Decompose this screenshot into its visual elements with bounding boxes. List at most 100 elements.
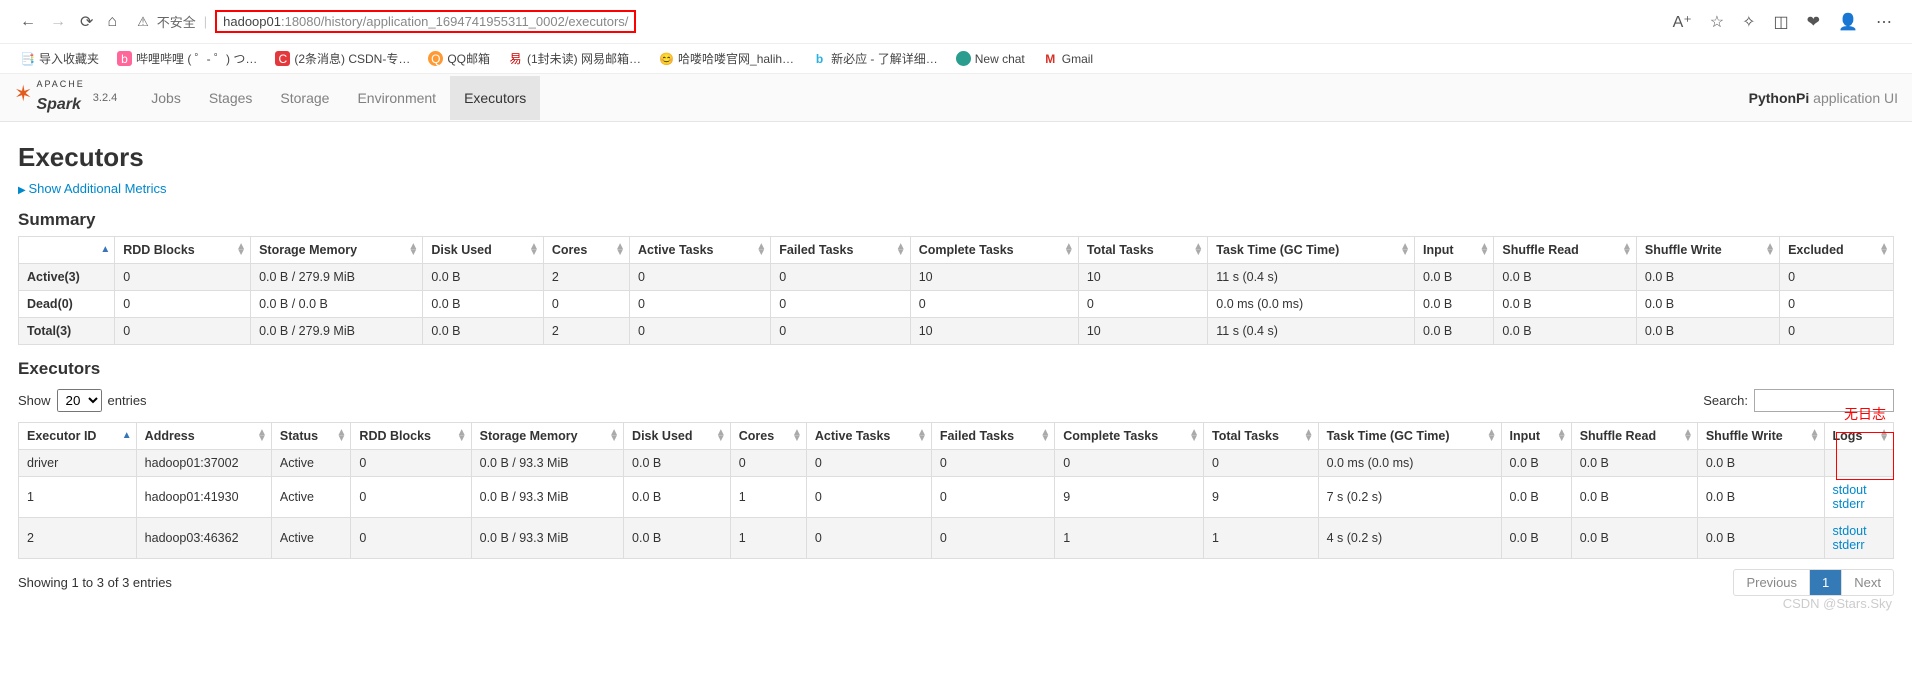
executors-heading: Executors bbox=[18, 359, 1894, 379]
halihali-icon: 😊 bbox=[659, 51, 674, 66]
logs-cell: stdoutstderr bbox=[1824, 518, 1893, 559]
stderr-link[interactable]: stderr bbox=[1833, 538, 1885, 552]
summary-th-failed[interactable]: Failed Tasks▲▼ bbox=[771, 237, 910, 264]
insecure-label: 不安全 bbox=[157, 12, 196, 31]
page-1[interactable]: 1 bbox=[1810, 570, 1842, 595]
summary-th-active[interactable]: Active Tasks▲▼ bbox=[629, 237, 770, 264]
page-next[interactable]: Next bbox=[1842, 570, 1893, 595]
forward-icon[interactable]: → bbox=[50, 13, 66, 31]
back-icon[interactable]: ← bbox=[20, 13, 36, 31]
spark-logo[interactable]: ✶ APACHE Spark 3.2.4 bbox=[14, 81, 117, 114]
bookmark-newchat[interactable]: New chat bbox=[956, 51, 1025, 66]
csdn-icon: C bbox=[275, 51, 290, 66]
exec-th-tasktime[interactable]: Task Time (GC Time)▲▼ bbox=[1318, 423, 1501, 450]
summary-th-label[interactable]: ▲ bbox=[19, 237, 115, 264]
summary-table: ▲ RDD Blocks▲▼ Storage Memory▲▼ Disk Use… bbox=[18, 236, 1894, 345]
bookmark-import[interactable]: 📑导入收藏夹 bbox=[20, 50, 99, 67]
exec-th-status[interactable]: Status▲▼ bbox=[271, 423, 351, 450]
exec-th-id[interactable]: Executor ID▲ bbox=[19, 423, 137, 450]
summary-th-shufflewrite[interactable]: Shuffle Write▲▼ bbox=[1636, 237, 1779, 264]
tab-storage[interactable]: Storage bbox=[266, 76, 343, 120]
summary-th-tasktime[interactable]: Task Time (GC Time)▲▼ bbox=[1208, 237, 1415, 264]
logs-cell: stdoutstderr bbox=[1824, 477, 1893, 518]
annotation-box bbox=[1836, 432, 1894, 480]
summary-th-shuffleread[interactable]: Shuffle Read▲▼ bbox=[1494, 237, 1637, 264]
show-additional-metrics[interactable]: Show Additional Metrics bbox=[18, 181, 1894, 196]
annotation-nolog: 无日志 bbox=[1844, 404, 1886, 424]
summary-th-storage[interactable]: Storage Memory▲▼ bbox=[251, 237, 423, 264]
tab-jobs[interactable]: Jobs bbox=[137, 76, 195, 120]
tab-executors[interactable]: Executors bbox=[450, 76, 540, 120]
exec-th-active[interactable]: Active Tasks▲▼ bbox=[806, 423, 931, 450]
stdout-link[interactable]: stdout bbox=[1833, 483, 1885, 497]
exec-th-complete[interactable]: Complete Tasks▲▼ bbox=[1055, 423, 1204, 450]
import-icon: 📑 bbox=[20, 51, 35, 66]
summary-th-input[interactable]: Input▲▼ bbox=[1415, 237, 1494, 264]
url-path: :18080/history/application_1694741955311… bbox=[281, 14, 628, 29]
bookmark-gmail[interactable]: MGmail bbox=[1043, 51, 1093, 66]
stdout-link[interactable]: stdout bbox=[1833, 524, 1885, 538]
bilibili-icon: b bbox=[117, 51, 132, 66]
tab-stages[interactable]: Stages bbox=[195, 76, 267, 120]
bookmark-halihali[interactable]: 😊哈喽哈喽官网_halih… bbox=[659, 50, 794, 67]
favorite-icon[interactable]: ☆ bbox=[1710, 12, 1724, 32]
app-name: PythonPi application UI bbox=[1749, 90, 1898, 106]
executors-table: Executor ID▲ Address▲▼ Status▲▼ RDD Bloc… bbox=[18, 422, 1894, 559]
exec-th-addr[interactable]: Address▲▼ bbox=[136, 423, 271, 450]
watermark: CSDN @Stars.Sky bbox=[1783, 596, 1892, 611]
exec-th-disk[interactable]: Disk Used▲▼ bbox=[624, 423, 731, 450]
read-aloud-icon[interactable]: A⁺ bbox=[1673, 12, 1692, 32]
profile-icon[interactable]: 👤 bbox=[1838, 12, 1858, 32]
bookmark-bing[interactable]: b新必应 - 了解详细… bbox=[812, 50, 938, 67]
page-title: Executors bbox=[18, 142, 1894, 173]
exec-th-input[interactable]: Input▲▼ bbox=[1501, 423, 1571, 450]
bookmark-qqmail[interactable]: QQQ邮箱 bbox=[428, 50, 490, 67]
exec-th-rdd[interactable]: RDD Blocks▲▼ bbox=[351, 423, 471, 450]
address-bar[interactable]: ⚠ 不安全 | hadoop01:18080/history/applicati… bbox=[131, 8, 1659, 35]
exec-th-storage[interactable]: Storage Memory▲▼ bbox=[471, 423, 623, 450]
table-row: Total(3)00.0 B / 279.9 MiB0.0 B200101011… bbox=[19, 318, 1894, 345]
browser-toolbar: ← → ⟳ ⌂ ⚠ 不安全 | hadoop01:18080/history/a… bbox=[0, 0, 1912, 44]
bookmark-bilibili[interactable]: b哔哩哔哩 ( ゜- ゜) つ… bbox=[117, 50, 257, 67]
stderr-link[interactable]: stderr bbox=[1833, 497, 1885, 511]
bookmark-csdn[interactable]: C(2条消息) CSDN-专… bbox=[275, 50, 410, 67]
summary-th-complete[interactable]: Complete Tasks▲▼ bbox=[910, 237, 1078, 264]
bookmarks-bar: 📑导入收藏夹 b哔哩哔哩 ( ゜- ゜) つ… C(2条消息) CSDN-专… … bbox=[0, 44, 1912, 74]
pagination: Previous 1 Next bbox=[1733, 569, 1894, 596]
table-info: Showing 1 to 3 of 3 entries bbox=[18, 575, 172, 590]
spark-star-icon: ✶ bbox=[14, 81, 32, 107]
table-row: Dead(0)00.0 B / 0.0 B0.0 B000000.0 ms (0… bbox=[19, 291, 1894, 318]
netease-icon: 易 bbox=[508, 51, 523, 66]
exec-th-failed[interactable]: Failed Tasks▲▼ bbox=[931, 423, 1054, 450]
refresh-icon[interactable]: ⟳ bbox=[80, 12, 93, 32]
extensions-icon[interactable]: ✧ bbox=[1742, 12, 1755, 32]
exec-th-total[interactable]: Total Tasks▲▼ bbox=[1204, 423, 1319, 450]
page-size-select[interactable]: 20 bbox=[57, 389, 102, 412]
summary-th-total[interactable]: Total Tasks▲▼ bbox=[1078, 237, 1207, 264]
page-prev[interactable]: Previous bbox=[1734, 570, 1810, 595]
search-label: Search: bbox=[1703, 393, 1748, 408]
home-icon[interactable]: ⌂ bbox=[107, 13, 117, 31]
qqmail-icon: Q bbox=[428, 51, 443, 66]
tab-environment[interactable]: Environment bbox=[343, 76, 450, 120]
table-controls: Show 20 entries Search: bbox=[18, 389, 1894, 412]
gmail-icon: M bbox=[1043, 51, 1058, 66]
exec-th-sw[interactable]: Shuffle Write▲▼ bbox=[1697, 423, 1824, 450]
exec-th-cores[interactable]: Cores▲▼ bbox=[730, 423, 806, 450]
summary-th-rdd[interactable]: RDD Blocks▲▼ bbox=[115, 237, 251, 264]
summary-th-cores[interactable]: Cores▲▼ bbox=[543, 237, 629, 264]
chat-icon bbox=[956, 51, 971, 66]
summary-heading: Summary bbox=[18, 210, 1894, 230]
url-host: hadoop01 bbox=[223, 14, 281, 29]
summary-th-excluded[interactable]: Excluded▲▼ bbox=[1780, 237, 1894, 264]
table-row: 2hadoop03:46362Active00.0 B / 93.3 MiB0.… bbox=[19, 518, 1894, 559]
collections-icon[interactable]: ❤ bbox=[1807, 12, 1820, 32]
table-row: 1hadoop01:41930Active00.0 B / 93.3 MiB0.… bbox=[19, 477, 1894, 518]
bing-icon: b bbox=[812, 51, 827, 66]
insecure-icon: ⚠ bbox=[137, 14, 149, 30]
summary-th-disk[interactable]: Disk Used▲▼ bbox=[423, 237, 544, 264]
bookmark-163mail[interactable]: 易(1封未读) 网易邮箱… bbox=[508, 50, 641, 67]
split-icon[interactable]: ◫ bbox=[1774, 12, 1789, 32]
more-icon[interactable]: ⋯ bbox=[1876, 12, 1892, 32]
exec-th-sr[interactable]: Shuffle Read▲▼ bbox=[1571, 423, 1697, 450]
